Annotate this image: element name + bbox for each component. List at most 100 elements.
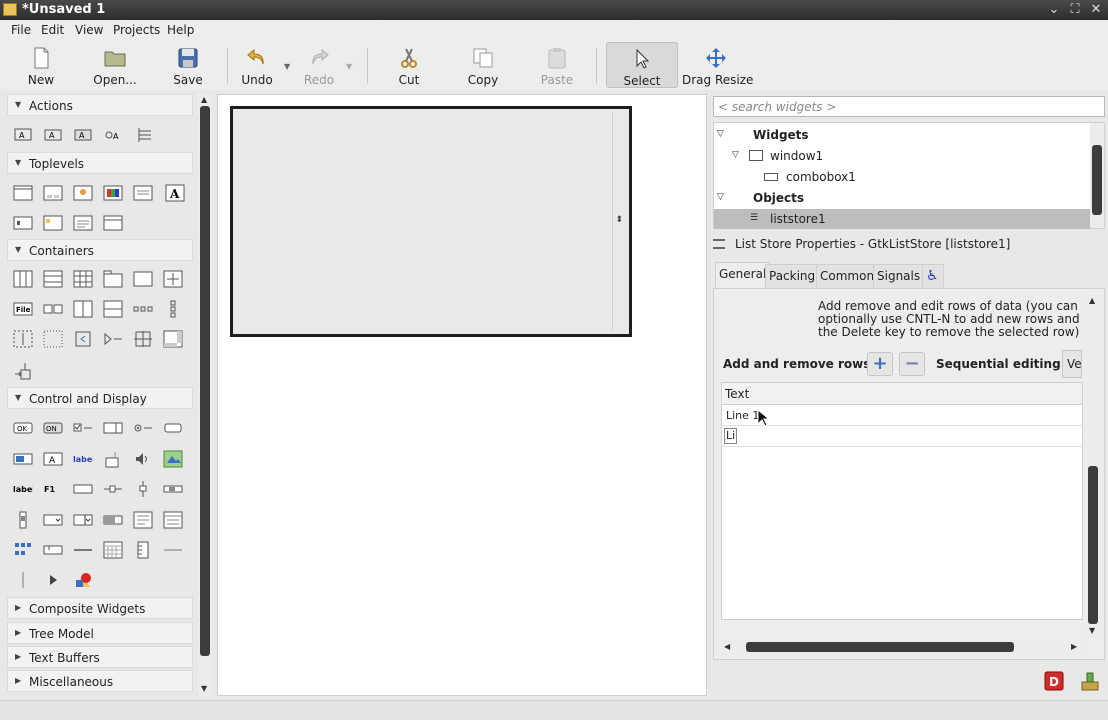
hscrollbar-icon[interactable]: [163, 480, 183, 498]
action-icon[interactable]: A: [13, 126, 33, 144]
maximize-icon[interactable]: ⛶: [1067, 2, 1083, 18]
remove-row-button[interactable]: −: [899, 352, 925, 376]
palette-scrollbar-thumb[interactable]: [200, 106, 210, 656]
scrolled-window-icon[interactable]: [163, 330, 183, 348]
recent-action-icon[interactable]: A: [103, 126, 123, 144]
expander-open-icon[interactable]: ▽: [717, 192, 724, 202]
search-widgets-input[interactable]: < search widgets >: [713, 96, 1105, 117]
scroll-up-icon[interactable]: ▲: [201, 95, 207, 104]
scroll-down-icon[interactable]: ▼: [201, 684, 207, 693]
expander-open-icon[interactable]: ▽: [732, 150, 739, 160]
fixed-icon[interactable]: [163, 270, 183, 288]
spin-button-icon[interactable]: [103, 419, 123, 437]
input-dialog-icon[interactable]: [13, 214, 33, 232]
sequential-editing-toggle[interactable]: Ve: [1062, 350, 1082, 378]
alignment-icon[interactable]: [13, 362, 33, 380]
tab-packing[interactable]: Packing: [765, 264, 820, 288]
recent-chooser-dialog-icon[interactable]: [73, 214, 93, 232]
paste-button[interactable]: Paste: [538, 42, 576, 88]
palette-group-composite[interactable]: ▶ Composite Widgets: [7, 597, 193, 619]
event-box-icon[interactable]: [73, 330, 93, 348]
notebook-icon[interactable]: [103, 270, 123, 288]
text-entry-icon[interactable]: [73, 480, 93, 498]
tab-signals[interactable]: Signals: [873, 264, 925, 288]
text-view-icon[interactable]: [133, 511, 153, 529]
message-dialog-icon[interactable]: [43, 214, 63, 232]
layout-icon[interactable]: [13, 330, 33, 348]
copy-button[interactable]: Copy: [466, 42, 500, 88]
progress-bar-icon[interactable]: [103, 511, 123, 529]
frame-icon[interactable]: [133, 270, 153, 288]
menu-edit[interactable]: Edit: [41, 23, 64, 37]
palette-scrollbar[interactable]: ▲ ▼: [198, 94, 212, 696]
scroll-right-icon[interactable]: ▶: [1071, 642, 1077, 651]
table-icon[interactable]: [73, 270, 93, 288]
vpaned-icon[interactable]: [103, 300, 123, 318]
open-button[interactable]: Open...: [92, 42, 138, 88]
accel-label-icon[interactable]: label: [73, 450, 93, 468]
hbox-icon[interactable]: [13, 270, 33, 288]
table-row[interactable]: Line 1: [722, 405, 1082, 426]
file-chooser-button-icon[interactable]: File: [13, 300, 33, 318]
vbutton-box-icon[interactable]: [163, 300, 183, 318]
action-group-icon[interactable]: [135, 126, 155, 144]
design-canvas[interactable]: ⬍: [217, 94, 707, 696]
menu-view[interactable]: View: [75, 23, 103, 37]
file-chooser-dialog-icon[interactable]: [133, 184, 153, 202]
minimize-icon[interactable]: ⌄: [1046, 2, 1062, 18]
dialog-icon[interactable]: [43, 184, 63, 202]
radio-action-icon[interactable]: A: [73, 126, 93, 144]
undo-button[interactable]: Undo: [238, 42, 276, 88]
tab-general[interactable]: General: [715, 262, 771, 289]
menu-help[interactable]: Help: [167, 23, 194, 37]
column-header-text[interactable]: Text: [722, 383, 1082, 405]
tree-row-combobox1[interactable]: combobox1: [714, 167, 1090, 187]
assistant-icon[interactable]: [103, 214, 123, 232]
hbutton-box-icon[interactable]: [133, 300, 153, 318]
hscale-icon[interactable]: [103, 480, 123, 498]
tab-common[interactable]: Common: [816, 264, 879, 288]
font-selection-icon[interactable]: A: [165, 184, 185, 202]
color-selection-icon[interactable]: [103, 184, 123, 202]
tree-row-window1[interactable]: ▽ window1: [714, 146, 1090, 166]
vscale-icon[interactable]: [133, 480, 153, 498]
scroll-left-icon[interactable]: ◀: [724, 642, 730, 651]
palette-group-text-buffers[interactable]: ▶ Text Buffers: [7, 646, 193, 668]
tree-row-objects[interactable]: ▽ Objects: [714, 188, 1090, 208]
table-row-editing[interactable]: Li: [722, 426, 1082, 447]
toggle-button-icon[interactable]: ON: [43, 419, 63, 437]
viewport-icon[interactable]: [133, 330, 153, 348]
tree-view-icon[interactable]: [163, 511, 183, 529]
hruler-icon[interactable]: [43, 541, 63, 559]
vruler-icon[interactable]: [133, 541, 153, 559]
grid-dots-icon[interactable]: [43, 330, 63, 348]
tab-accessibility[interactable]: ♿: [922, 264, 944, 288]
clear-icon[interactable]: [1079, 670, 1101, 692]
palette-group-containers[interactable]: ▼ Containers: [7, 239, 193, 261]
button-box-icon[interactable]: [43, 300, 63, 318]
vseparator-icon[interactable]: [13, 571, 33, 589]
undo-dropdown-icon[interactable]: ▼: [284, 62, 290, 71]
liststore-data-grid[interactable]: Text Line 1 Li: [721, 382, 1083, 620]
new-button[interactable]: New: [22, 42, 60, 88]
hseparator-icon[interactable]: [73, 541, 93, 559]
window-icon[interactable]: [13, 184, 33, 202]
expander-icon[interactable]: [103, 330, 123, 348]
link-button-icon[interactable]: [163, 419, 183, 437]
icon-view-icon[interactable]: [13, 541, 33, 559]
grid-hscrollbar-thumb[interactable]: [746, 642, 1014, 652]
tree-scrollbar[interactable]: [1090, 123, 1104, 228]
toggle-action-icon[interactable]: A: [43, 126, 63, 144]
grid-hscrollbar[interactable]: ◀ ▶: [721, 640, 1083, 654]
calendar-icon[interactable]: [103, 541, 123, 559]
button-icon[interactable]: OK: [13, 419, 33, 437]
label-icon[interactable]: A: [43, 450, 63, 468]
save-button[interactable]: Save: [168, 42, 208, 88]
entry-icon[interactable]: [13, 450, 33, 468]
palette-group-tree-model[interactable]: ▶ Tree Model: [7, 622, 193, 644]
arrow-icon[interactable]: [43, 571, 63, 589]
scroll-up-icon[interactable]: ▲: [1089, 296, 1095, 305]
label-text-icon[interactable]: label: [13, 480, 33, 498]
separator-icon[interactable]: [163, 541, 183, 559]
radio-button-icon[interactable]: [133, 419, 153, 437]
